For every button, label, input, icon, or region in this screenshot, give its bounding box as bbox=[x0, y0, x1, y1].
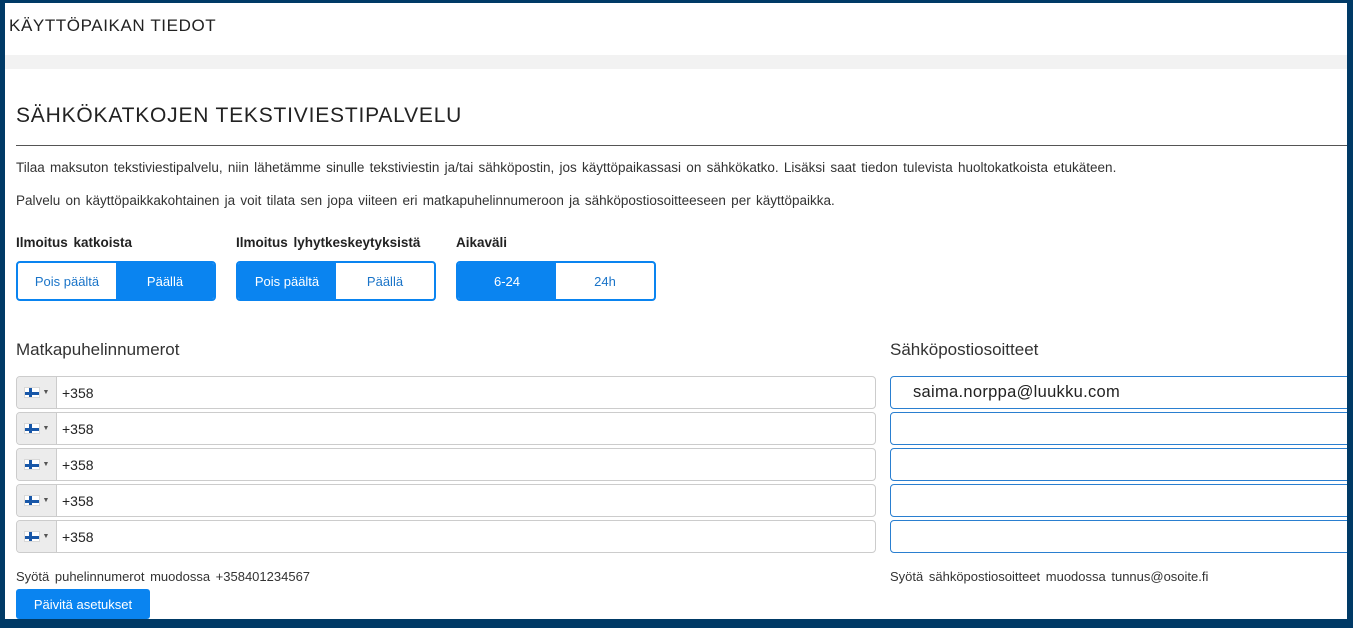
email-input-4[interactable] bbox=[890, 484, 1347, 517]
main-frame: KÄYTTÖPAIKAN TIEDOT SÄHKÖKATKOJEN TEKSTI… bbox=[5, 3, 1347, 619]
email-input-2[interactable] bbox=[890, 412, 1347, 445]
outages-on-option[interactable]: Päällä bbox=[116, 263, 214, 299]
interval-label: Aikaväli bbox=[456, 235, 508, 250]
email-input-1[interactable]: saima.norppa@luukku.com bbox=[890, 376, 1347, 409]
short-interruptions-off-option[interactable]: Pois päältä bbox=[238, 263, 336, 299]
update-settings-button[interactable]: Päivitä asetukset bbox=[16, 589, 150, 619]
intro-paragraph-1: Tilaa maksuton tekstiviestipalvelu, niin… bbox=[16, 160, 1117, 175]
interval-24h-option[interactable]: 24h bbox=[556, 263, 654, 299]
phone-format-hint: Syötä puhelinnumerot muodossa +358401234… bbox=[16, 569, 311, 584]
short-interruptions-label: Ilmoitus lyhytkeskeytyksistä bbox=[236, 235, 421, 250]
emails-title: Sähköpostiosoitteet bbox=[890, 340, 1039, 359]
phones-title: Matkapuhelinnumerot bbox=[16, 340, 180, 359]
phone-input[interactable]: +358 bbox=[57, 421, 94, 437]
country-select-button[interactable]: ▼ bbox=[17, 449, 57, 480]
finland-flag-icon bbox=[23, 387, 40, 398]
phone-input[interactable]: +358 bbox=[57, 529, 94, 545]
page-header-title: KÄYTTÖPAIKAN TIEDOT bbox=[9, 16, 217, 35]
outages-toggle: Pois päältä Päällä bbox=[16, 261, 216, 301]
country-select-button[interactable]: ▼ bbox=[17, 521, 57, 552]
email-input-3[interactable] bbox=[890, 448, 1347, 481]
short-interruptions-on-option[interactable]: Päällä bbox=[336, 263, 434, 299]
phone-field-3[interactable]: ▼ +358 bbox=[16, 448, 876, 481]
caret-down-icon: ▼ bbox=[42, 461, 50, 468]
phone-input[interactable]: +358 bbox=[57, 457, 94, 473]
header-bar: KÄYTTÖPAIKAN TIEDOT bbox=[5, 3, 1347, 55]
interval-6-24-option[interactable]: 6-24 bbox=[458, 263, 556, 299]
country-select-button[interactable]: ▼ bbox=[17, 485, 57, 516]
outages-label: Ilmoitus katkoista bbox=[16, 235, 133, 250]
section-title: SÄHKÖKATKOJEN TEKSTIVIESTIPALVELU bbox=[16, 104, 463, 127]
phone-input[interactable]: +358 bbox=[57, 385, 94, 401]
outages-off-option[interactable]: Pois päältä bbox=[18, 263, 116, 299]
phone-field-5[interactable]: ▼ +358 bbox=[16, 520, 876, 553]
email-input-5[interactable] bbox=[890, 520, 1347, 553]
header-divider-band bbox=[5, 55, 1347, 69]
phone-field-4[interactable]: ▼ +358 bbox=[16, 484, 876, 517]
finland-flag-icon bbox=[23, 423, 40, 434]
phone-field-2[interactable]: ▼ +358 bbox=[16, 412, 876, 445]
country-select-button[interactable]: ▼ bbox=[17, 377, 57, 408]
caret-down-icon: ▼ bbox=[42, 389, 50, 396]
section-divider bbox=[16, 145, 1347, 146]
finland-flag-icon bbox=[23, 531, 40, 542]
email-format-hint: Syötä sähköpostiosoitteet muodossa tunnu… bbox=[890, 569, 1209, 584]
caret-down-icon: ▼ bbox=[42, 425, 50, 432]
finland-flag-icon bbox=[23, 459, 40, 470]
finland-flag-icon bbox=[23, 495, 40, 506]
phone-input[interactable]: +358 bbox=[57, 493, 94, 509]
intro-paragraph-2: Palvelu on käyttöpaikkakohtainen ja voit… bbox=[16, 193, 835, 208]
caret-down-icon: ▼ bbox=[42, 497, 50, 504]
phone-field-1[interactable]: ▼ +358 bbox=[16, 376, 876, 409]
caret-down-icon: ▼ bbox=[42, 533, 50, 540]
interval-toggle: 6-24 24h bbox=[456, 261, 656, 301]
short-interruptions-toggle: Pois päältä Päällä bbox=[236, 261, 436, 301]
country-select-button[interactable]: ▼ bbox=[17, 413, 57, 444]
